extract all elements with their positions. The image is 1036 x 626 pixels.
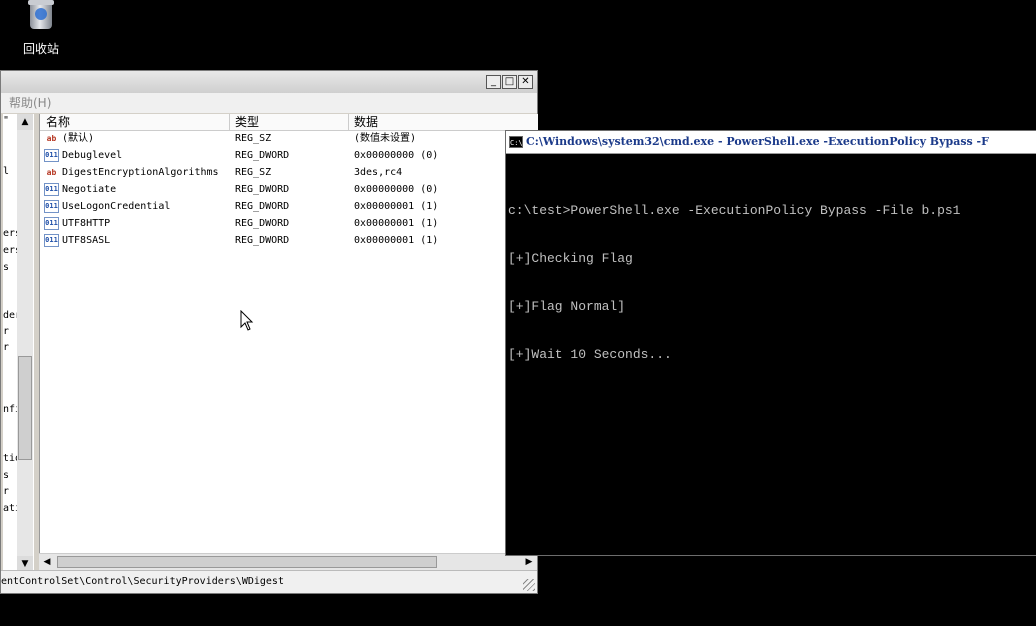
value-type: REG_DWORD [235, 235, 290, 246]
value-name: UseLogonCredential [62, 201, 171, 212]
value-name: DigestEncryptionAlgorithms [62, 167, 219, 178]
value-data: 0x00000000 (0) [354, 184, 439, 195]
value-data: 3des,rc4 [354, 167, 403, 178]
table-row[interactable]: 011 UTF8HTTP REG_DWORD 0x00000001 (1) [40, 215, 538, 232]
scroll-right-icon[interactable]: ▶ [521, 554, 537, 571]
column-header-row: 名称 类型 数据 [40, 114, 538, 131]
tree-fragment: s [3, 470, 10, 481]
registry-values-list: 名称 类型 数据 ab (默认) REG_SZ (数值未设置) 011 Debu… [39, 114, 538, 553]
scroll-up-icon[interactable]: ▲ [17, 114, 33, 130]
table-row[interactable]: 011 Negotiate REG_DWORD 0x00000000 (0) [40, 181, 538, 198]
values-scroll-thumb[interactable] [57, 556, 437, 568]
table-row[interactable]: ab DigestEncryptionAlgorithms REG_SZ 3de… [40, 164, 538, 181]
console-output[interactable]: c:\test>PowerShell.exe -ExecutionPolicy … [508, 171, 1036, 395]
table-row[interactable]: 011 UTF8SASL REG_DWORD 0x00000001 (1) [40, 232, 538, 249]
column-data[interactable]: 数据 [354, 114, 378, 130]
tree-fragment: l [3, 166, 10, 177]
cmd-titlebar[interactable]: C:\ C:\Windows\system32\cmd.exe - PowerS… [506, 131, 1036, 154]
values-horizontal-scrollbar[interactable]: ◀ ▶ [39, 553, 537, 571]
regedit-titlebar[interactable]: _ □ ✕ [1, 71, 537, 93]
mouse-cursor-icon [240, 310, 254, 331]
tree-scroll-thumb[interactable] [18, 356, 32, 460]
resize-grip-icon[interactable] [523, 579, 535, 591]
console-line: [+]Checking Flag [508, 251, 633, 266]
cmd-window-title: C:\Windows\system32\cmd.exe - PowerShell… [526, 135, 989, 148]
column-type[interactable]: 类型 [235, 114, 259, 130]
console-line: [+]Wait 10 Seconds... [508, 347, 672, 362]
tree-fragment: r [3, 326, 10, 337]
table-row[interactable]: 011 Debuglevel REG_DWORD 0x00000000 (0) [40, 147, 538, 164]
console-icon: C:\ [509, 136, 523, 148]
status-bar: entControlSet\Control\SecurityProviders\… [1, 570, 537, 593]
status-key-path: entControlSet\Control\SecurityProviders\… [1, 576, 284, 587]
close-button[interactable]: ✕ [518, 75, 533, 89]
binary-value-icon: 011 [44, 149, 59, 162]
value-data: 0x00000001 (1) [354, 218, 439, 229]
tree-fragment: r [3, 342, 10, 353]
console-line: [+]Flag Normal] [508, 299, 626, 314]
minimize-button[interactable]: _ [486, 75, 501, 89]
value-name: Negotiate [62, 184, 117, 195]
value-data: 0x00000001 (1) [354, 235, 439, 246]
value-type: REG_DWORD [235, 201, 290, 212]
binary-value-icon: 011 [44, 234, 59, 247]
value-name: UTF8SASL [62, 235, 111, 246]
tree-fragment: s [3, 262, 10, 273]
value-data: (数值未设置) [354, 133, 417, 144]
binary-value-icon: 011 [44, 217, 59, 230]
value-type: REG_DWORD [235, 150, 290, 161]
recycle-bin-shortcut[interactable]: 回收站 [16, 0, 66, 57]
table-row[interactable]: ab (默认) REG_SZ (数值未设置) [40, 130, 538, 147]
value-type: REG_DWORD [235, 184, 290, 195]
value-name: Debuglevel [62, 150, 123, 161]
column-name[interactable]: 名称 [46, 114, 70, 130]
menu-help[interactable]: 帮助(H) [9, 96, 51, 110]
console-line: c:\test>PowerShell.exe -ExecutionPolicy … [508, 203, 961, 218]
string-value-icon: ab [46, 134, 57, 143]
binary-value-icon: 011 [44, 183, 59, 196]
menu-bar: 帮助(H) [1, 93, 537, 113]
value-type: REG_DWORD [235, 218, 290, 229]
value-data: 0x00000001 (1) [354, 201, 439, 212]
string-value-icon: ab [46, 168, 57, 177]
value-name: (默认) [62, 133, 95, 144]
value-type: REG_SZ [235, 167, 272, 178]
tree-vertical-scrollbar[interactable]: ▲ ▼ [17, 114, 33, 572]
value-type: REG_SZ [235, 133, 272, 144]
tree-fragment: " [3, 115, 10, 126]
value-data: 0x00000000 (0) [354, 150, 439, 161]
recycle-bin-label: 回收站 [22, 42, 59, 56]
binary-value-icon: 011 [44, 200, 59, 213]
recycle-bin-icon [26, 0, 56, 32]
maximize-button[interactable]: □ [502, 75, 517, 89]
cmd-window: C:\ C:\Windows\system32\cmd.exe - PowerS… [505, 130, 1036, 556]
table-row[interactable]: 011 UseLogonCredential REG_DWORD 0x00000… [40, 198, 538, 215]
value-name: UTF8HTTP [62, 218, 111, 229]
scroll-left-icon[interactable]: ◀ [39, 554, 55, 571]
tree-fragment: r [3, 486, 10, 497]
registry-editor-window: _ □ ✕ 帮助(H) " l ers ers s der r r nfi ti… [0, 70, 538, 594]
